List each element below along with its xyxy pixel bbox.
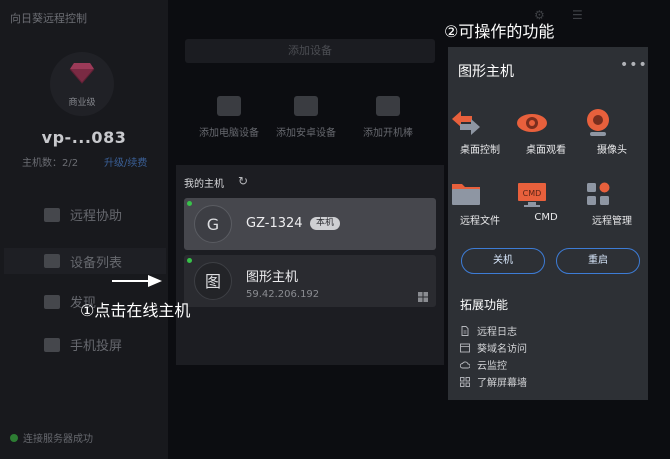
- cmd-icon: CMD: [514, 176, 578, 212]
- windows-icon: [418, 292, 428, 302]
- ext-label: 云监控: [477, 361, 507, 372]
- ext-domain-access[interactable]: 葵域名访问: [460, 340, 527, 355]
- more-icon[interactable]: •••: [620, 57, 648, 73]
- status-text: 连接服务器成功: [23, 434, 93, 445]
- desktop-control-icon: [448, 105, 512, 141]
- monitor-icon: [217, 96, 241, 116]
- upgrade-link[interactable]: 升级/续费: [104, 154, 147, 169]
- add-device-button[interactable]: 添加设备: [185, 39, 435, 63]
- ext-screen-wall[interactable]: 了解屏幕墙: [460, 374, 527, 389]
- online-dot-icon: [187, 258, 192, 263]
- camera-button[interactable]: 摄像头: [580, 105, 644, 156]
- ext-label: 远程日志: [477, 327, 517, 338]
- quick-action-label: 添加安卓设备: [276, 128, 336, 139]
- nav-label: 手机投屏: [70, 339, 123, 354]
- extensions-title: 拓展功能: [460, 298, 509, 312]
- host-ip: 59.42.206.192: [246, 289, 320, 300]
- host-count: 主机数：2/2: [22, 158, 79, 169]
- function-label: 远程管理: [592, 216, 632, 227]
- quick-action-label: 添加开机棒: [363, 128, 413, 139]
- my-hosts-panel: 我的主机 ↻ G GZ-1324 本机 图 图形主机 59.42.206.192: [176, 165, 444, 365]
- online-dot-icon: [187, 201, 192, 206]
- host-card[interactable]: G GZ-1324 本机: [184, 198, 436, 250]
- desktop-view-button[interactable]: 桌面观看: [514, 105, 578, 156]
- host-avatar: 图: [194, 262, 232, 300]
- add-pc-device[interactable]: 添加电脑设备: [194, 96, 264, 139]
- shutdown-button[interactable]: 关机: [461, 248, 545, 274]
- ext-remote-log[interactable]: 远程日志: [460, 323, 517, 338]
- function-label: 桌面观看: [526, 145, 566, 156]
- host-function-panel: 图形主机 ••• 桌面控制 桌面观看 摄像头 远程文件 CMD CMD 远程管理…: [448, 47, 648, 400]
- camera-icon: [580, 105, 644, 141]
- android-icon: [294, 96, 318, 116]
- nav-label: 远程协助: [70, 209, 123, 224]
- annotation-step-2: ②可操作的功能: [444, 22, 555, 41]
- cmd-button[interactable]: CMD CMD: [514, 176, 578, 223]
- refresh-icon[interactable]: ↻: [238, 174, 248, 188]
- app-title: 向日葵远程控制: [10, 12, 87, 25]
- add-boot-stick[interactable]: 添加开机棒: [353, 96, 423, 139]
- account-avatar[interactable]: 商业级: [50, 52, 114, 116]
- annotation-step-1: ①点击在线主机: [80, 301, 191, 320]
- discover-icon: [44, 294, 60, 309]
- host-card[interactable]: 图 图形主机 59.42.206.192: [184, 255, 436, 307]
- restart-button[interactable]: 重启: [556, 248, 640, 274]
- remote-files-button[interactable]: 远程文件: [448, 176, 512, 227]
- function-label: 远程文件: [460, 216, 500, 227]
- nav-phone-mirror[interactable]: 手机投屏: [44, 335, 122, 354]
- desktop-control-button[interactable]: 桌面控制: [448, 105, 512, 156]
- local-badge: 本机: [310, 217, 341, 230]
- remote-assist-icon: [44, 207, 60, 222]
- sidebar: 向日葵远程控制 商业级 vp-...083 主机数：2/2 升级/续费 远程协助…: [0, 0, 168, 459]
- eye-icon: [514, 105, 578, 141]
- manage-icon: [580, 176, 644, 212]
- ext-cloud-monitor[interactable]: 云监控: [460, 357, 507, 372]
- grid-icon: [460, 376, 470, 387]
- tier-label: 商业级: [68, 98, 96, 108]
- menu-icon[interactable]: ☰: [572, 8, 583, 22]
- nav-label: 设备列表: [70, 255, 123, 271]
- panel-title: 图形主机: [458, 64, 514, 80]
- diamond-icon: [69, 62, 95, 84]
- nav-device-list[interactable]: 设备列表: [4, 248, 166, 274]
- phone-mirror-icon: [44, 337, 60, 352]
- device-list-icon: [44, 254, 60, 268]
- folder-icon: [448, 176, 512, 212]
- host-name: 图形主机: [246, 270, 299, 285]
- svg-text:CMD: CMD: [523, 189, 542, 198]
- cloud-icon: [460, 360, 470, 370]
- browser-icon: [460, 343, 470, 353]
- function-label: CMD: [534, 212, 558, 223]
- arrow-right-icon: [112, 274, 162, 288]
- quick-action-label: 添加电脑设备: [199, 128, 259, 139]
- connection-status: 连接服务器成功: [10, 430, 93, 445]
- hosts-title: 我的主机: [184, 179, 224, 190]
- device-name: vp-...083: [41, 128, 127, 147]
- remote-manage-button[interactable]: 远程管理: [580, 176, 644, 227]
- host-name: GZ-1324: [246, 216, 303, 231]
- function-label: 桌面控制: [460, 145, 500, 156]
- nav-remote-assist[interactable]: 远程协助: [44, 205, 122, 224]
- add-android-device[interactable]: 添加安卓设备: [271, 96, 341, 139]
- status-dot-icon: [10, 433, 18, 442]
- ext-label: 了解屏幕墙: [477, 378, 527, 389]
- function-label: 摄像头: [597, 145, 627, 156]
- boot-stick-icon: [376, 96, 400, 116]
- document-icon: [460, 325, 470, 336]
- host-avatar: G: [194, 205, 232, 243]
- ext-label: 葵域名访问: [477, 344, 527, 355]
